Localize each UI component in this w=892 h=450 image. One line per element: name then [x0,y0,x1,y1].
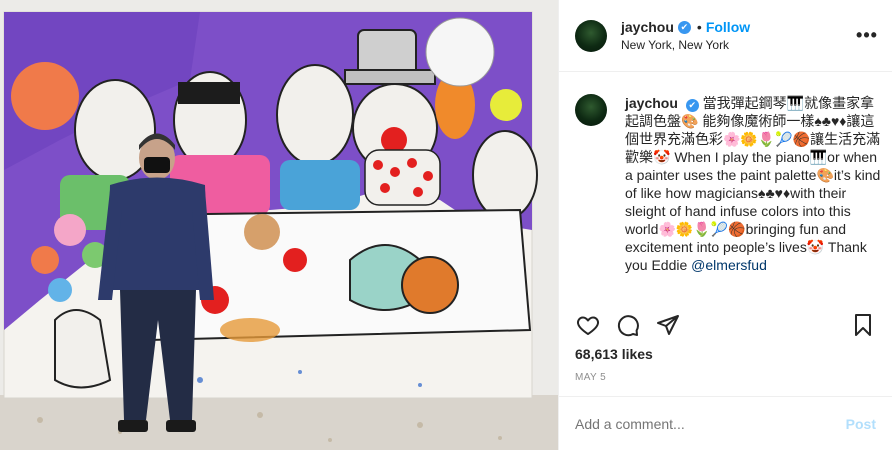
caption-avatar[interactable] [575,94,607,126]
painting-illustration [0,0,558,450]
bookmark-icon[interactable] [850,312,876,338]
post-date[interactable]: MAY 5 [575,372,606,383]
author-avatar[interactable] [575,19,607,52]
share-icon[interactable] [655,312,681,338]
caption-text: 當我彈起鋼琴🎹就像畫家拿起調色盤🎨 能夠像魔術師一樣♠♣♥♦讓這個世界充滿色彩🌸… [625,95,881,273]
comment-icon[interactable] [615,312,641,338]
post-image[interactable] [0,0,558,450]
follow-button[interactable]: Follow [706,19,750,35]
separator-dot: • [696,19,702,35]
post-location[interactable]: New York, New York [621,38,858,52]
more-options-icon[interactable]: ••• [856,25,877,45]
post-details-panel: jaychou ✔ • Follow New York, New York ••… [558,0,892,450]
heart-icon[interactable] [575,312,601,338]
author-username[interactable]: jaychou [621,19,674,35]
post-dialog: jaychou ✔ • Follow New York, New York ••… [0,0,892,450]
post-caption: jaychou ✔ 當我彈起鋼琴🎹就像畫家拿起調色盤🎨 能夠像魔術師一樣♠♣♥♦… [575,94,882,274]
mention-link[interactable]: @elmersfud [691,257,767,273]
caption-text-block: jaychou ✔ 當我彈起鋼琴🎹就像畫家拿起調色盤🎨 能夠像魔術師一樣♠♣♥♦… [625,94,882,274]
likes-count[interactable]: 68,613 likes [575,346,653,362]
comment-input[interactable] [575,415,846,432]
caption-username[interactable]: jaychou [625,95,678,111]
comment-bar: Post [559,396,892,450]
post-actions [575,311,876,339]
post-header: jaychou ✔ • Follow New York, New York ••… [559,0,892,72]
post-comment-button[interactable]: Post [846,416,876,432]
author-row: jaychou ✔ • Follow [621,19,858,35]
verified-icon: ✔ [677,20,691,34]
author-meta: jaychou ✔ • Follow New York, New York [621,19,858,52]
verified-icon: ✔ [685,99,699,112]
